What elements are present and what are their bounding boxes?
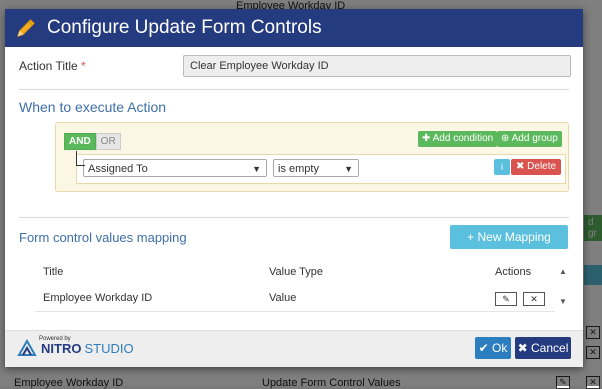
divider [19, 89, 569, 90]
plus-circle-icon: ✚ [422, 133, 431, 144]
row-value-type: Value [269, 292, 297, 304]
table-header: Title Value Type Actions [35, 259, 555, 286]
mapping-section-title: Form control values mapping [19, 230, 187, 245]
add-condition-button[interactable]: ✚ Add condition [418, 131, 498, 147]
column-header-value-type: Value Type [269, 266, 324, 278]
dialog-header: Configure Update Form Controls [5, 9, 583, 47]
check-icon: ✔ [478, 341, 489, 355]
chevron-down-icon: ▼ [252, 164, 261, 174]
cancel-button[interactable]: ✖ Cancel [515, 337, 571, 359]
scroll-up-icon[interactable]: ▲ [559, 267, 567, 276]
or-button[interactable]: OR [95, 133, 121, 150]
when-section-title: When to execute Action [19, 99, 167, 115]
query-rule: Assigned To ▼ is empty ▼ i ✖ Delete [76, 154, 566, 184]
brand-studio: STUDIO [84, 340, 134, 356]
row-title: Employee Workday ID [43, 292, 153, 304]
pencil-icon [17, 19, 35, 37]
close-icon: ✖ [517, 341, 528, 355]
action-title-label: Action Title * [19, 59, 86, 73]
ok-button[interactable]: ✔ Ok [475, 337, 511, 359]
brand-nitro: NITRO [41, 340, 82, 356]
action-title-input[interactable]: Clear Employee Workday ID [183, 55, 571, 77]
field-select[interactable]: Assigned To ▼ [83, 159, 267, 177]
scroll-down-icon[interactable]: ▼ [559, 297, 567, 306]
chevron-down-icon: ▼ [344, 164, 353, 174]
close-icon: ✖ [516, 161, 525, 172]
delete-rule-button[interactable]: ✖ Delete [511, 159, 562, 175]
table-scrollbar[interactable]: ▲ ▼ [557, 259, 571, 311]
dialog-footer: Powered by NITRO STUDIO ✔ Ok ✖ Cancel [5, 330, 583, 367]
new-mapping-button[interactable]: + New Mapping [450, 225, 568, 249]
table-row: Employee Workday ID Value ✎ ✕ [35, 285, 555, 312]
column-header-actions: Actions [495, 266, 532, 278]
edit-icon[interactable]: ✎ [495, 292, 517, 306]
rule-connector [76, 151, 85, 166]
divider [19, 217, 569, 218]
required-mark: * [81, 59, 86, 73]
and-or-toggle: AND OR [64, 133, 121, 150]
nitro-logo-icon [17, 338, 37, 356]
configure-dialog: Configure Update Form Controls Action Ti… [5, 9, 583, 367]
operator-select[interactable]: is empty ▼ [273, 159, 359, 177]
powered-by-text: Powered by [39, 336, 71, 342]
nitro-studio-logo: Powered by NITRO STUDIO [17, 336, 134, 358]
remove-icon[interactable]: ✕ [523, 292, 545, 306]
and-button[interactable]: AND [64, 133, 96, 150]
info-icon[interactable]: i [494, 159, 510, 175]
dialog-title: Configure Update Form Controls [47, 17, 322, 38]
column-header-title: Title [43, 266, 64, 278]
add-group-button[interactable]: ⊕ Add group [497, 131, 562, 147]
query-builder: AND OR ✚ Add condition ⊕ Add group Assig… [55, 122, 569, 192]
plus-circle-icon: ⊕ [501, 133, 510, 144]
action-title-row: Action Title * Clear Employee Workday ID [19, 55, 571, 79]
